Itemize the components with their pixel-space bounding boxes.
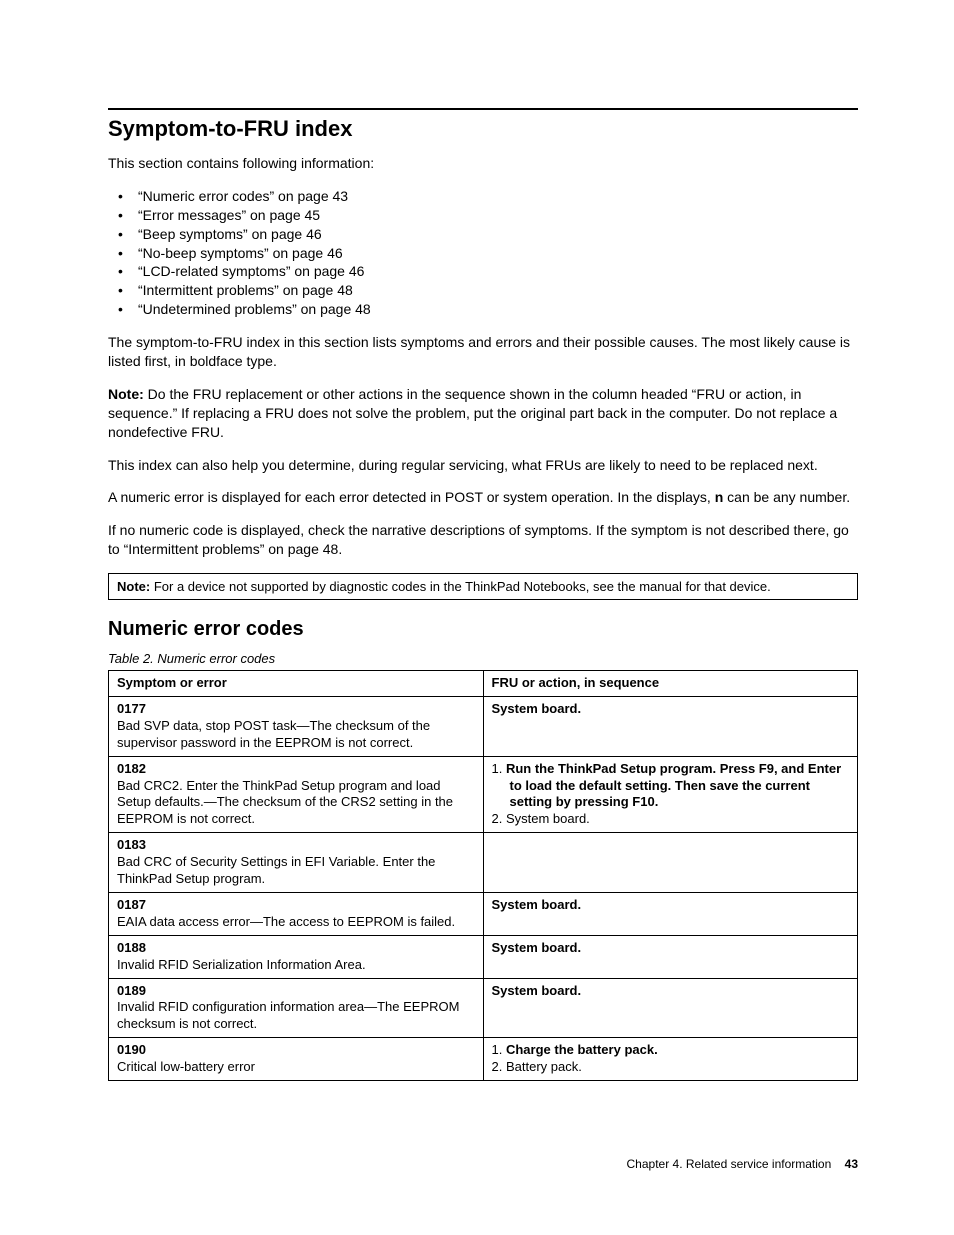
error-code: 0189 <box>117 983 146 998</box>
action-item: System board. <box>492 983 582 998</box>
heading-numeric-error-codes: Numeric error codes <box>108 618 858 641</box>
col-action: FRU or action, in sequence <box>483 671 858 697</box>
table-row: 0187 EAIA data access error—The access to… <box>109 892 858 935</box>
action-item: System board. <box>492 701 582 716</box>
toc-list: “Numeric error codes” on page 43 “Error … <box>108 187 858 319</box>
paragraph: If no numeric code is displayed, check t… <box>108 521 858 559</box>
toc-item: “Beep symptoms” on page 46 <box>108 225 858 244</box>
symptom-text: Bad SVP data, stop POST task—The checksu… <box>117 718 430 750</box>
symptom-cell: 0183 Bad CRC of Security Settings in EFI … <box>109 833 484 893</box>
note-paragraph: Note: Do the FRU replacement or other ac… <box>108 385 858 442</box>
action-item: 1. Charge the battery pack. <box>492 1042 850 1059</box>
symptom-text: Critical low-battery error <box>117 1059 255 1074</box>
symptom-text: Bad CRC of Security Settings in EFI Vari… <box>117 854 435 886</box>
action-cell: System board. <box>483 935 858 978</box>
action-cell <box>483 833 858 893</box>
error-code: 0188 <box>117 940 146 955</box>
paragraph: The symptom-to-FRU index in this section… <box>108 333 858 371</box>
error-code: 0190 <box>117 1042 146 1057</box>
footer-chapter: Chapter 4. Related service information <box>627 1157 832 1171</box>
note-label: Note: <box>108 386 144 402</box>
error-code: 0187 <box>117 897 146 912</box>
divider <box>108 108 858 110</box>
note-body: For a device not supported by diagnostic… <box>150 579 771 594</box>
symptom-cell: 0182 Bad CRC2. Enter the ThinkPad Setup p… <box>109 756 484 833</box>
action-cell: System board. <box>483 978 858 1038</box>
table-row: 0183 Bad CRC of Security Settings in EFI … <box>109 833 858 893</box>
paragraph: A numeric error is displayed for each er… <box>108 488 858 507</box>
toc-item: “Intermittent problems” on page 48 <box>108 281 858 300</box>
col-symptom: Symptom or error <box>109 671 484 697</box>
action-item: 1. Run the ThinkPad Setup program. Press… <box>492 761 850 812</box>
table-header-row: Symptom or error FRU or action, in seque… <box>109 671 858 697</box>
symptom-cell: 0188 Invalid RFID Serialization Informati… <box>109 935 484 978</box>
action-cell: 1. Run the ThinkPad Setup program. Press… <box>483 756 858 833</box>
toc-item: “Undetermined problems” on page 48 <box>108 300 858 319</box>
error-code: 0183 <box>117 837 146 852</box>
action-cell: System board. <box>483 697 858 757</box>
variable-n: n <box>715 489 724 505</box>
symptom-text: Invalid RFID Serialization Information A… <box>117 957 366 972</box>
symptom-cell: 0189Invalid RFID configuration informati… <box>109 978 484 1038</box>
text-run: A numeric error is displayed for each er… <box>108 489 715 505</box>
table-row: 0190 Critical low-battery error 1. Charge … <box>109 1038 858 1081</box>
action-item: System board. <box>492 940 582 955</box>
toc-item: “Numeric error codes” on page 43 <box>108 187 858 206</box>
paragraph: This index can also help you determine, … <box>108 456 858 475</box>
toc-item: “Error messages” on page 45 <box>108 206 858 225</box>
toc-item: “No-beep symptoms” on page 46 <box>108 244 858 263</box>
table-row: 0188 Invalid RFID Serialization Informati… <box>109 935 858 978</box>
action-item: System board. <box>492 897 582 912</box>
error-code: 0182 <box>117 761 146 776</box>
action-item: 2. System board. <box>492 811 850 828</box>
error-code: 0177 <box>117 701 146 716</box>
table-row: 0182 Bad CRC2. Enter the ThinkPad Setup p… <box>109 756 858 833</box>
note-label: Note: <box>117 579 150 594</box>
page: Symptom-to-FRU index This section contai… <box>0 0 954 1235</box>
note-box: Note: For a device not supported by diag… <box>108 573 858 600</box>
numeric-error-codes-table: Symptom or error FRU or action, in seque… <box>108 670 858 1081</box>
footer-page-number: 43 <box>845 1157 858 1171</box>
heading-symptom-to-fru: Symptom-to-FRU index <box>108 116 858 142</box>
intro-text: This section contains following informat… <box>108 154 858 173</box>
table-row: 0189Invalid RFID configuration informati… <box>109 978 858 1038</box>
symptom-text: Invalid RFID configuration information a… <box>117 999 459 1031</box>
text-run: can be any number. <box>723 489 850 505</box>
toc-item: “LCD-related symptoms” on page 46 <box>108 262 858 281</box>
action-cell: 1. Charge the battery pack.2. Battery pa… <box>483 1038 858 1081</box>
symptom-text: Bad CRC2. Enter the ThinkPad Setup progr… <box>117 778 453 827</box>
symptom-cell: 0187 EAIA data access error—The access to… <box>109 892 484 935</box>
action-cell: System board. <box>483 892 858 935</box>
table-row: 0177 Bad SVP data, stop POST task—The che… <box>109 697 858 757</box>
symptom-text: EAIA data access error—The access to EEP… <box>117 914 455 929</box>
symptom-cell: 0190 Critical low-battery error <box>109 1038 484 1081</box>
note-body: Do the FRU replacement or other actions … <box>108 386 837 440</box>
action-item: 2. Battery pack. <box>492 1059 850 1076</box>
symptom-cell: 0177 Bad SVP data, stop POST task—The che… <box>109 697 484 757</box>
table-caption: Table 2. Numeric error codes <box>108 651 858 666</box>
page-footer: Chapter 4. Related service information 4… <box>627 1157 858 1171</box>
